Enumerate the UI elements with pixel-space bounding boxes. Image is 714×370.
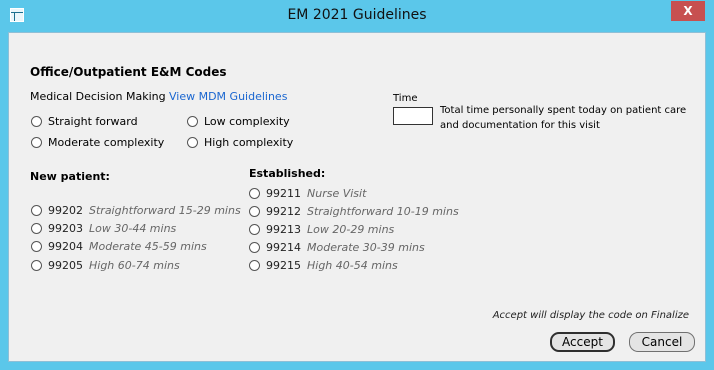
time-description-line2: and documentation for this visit [440, 120, 600, 131]
radio-label: High complexity [204, 136, 294, 149]
window-title: EM 2021 Guidelines [287, 7, 427, 23]
radio-circle [249, 224, 260, 235]
code-description: Low 20-29 mins [307, 223, 395, 236]
code-number: 99205 [48, 259, 83, 272]
code-description: Straightforward 10-19 mins [307, 205, 459, 218]
mdm-high-complexity-radio[interactable]: High complexity [187, 136, 293, 149]
code-number: 99211 [266, 187, 301, 200]
radio-label: Moderate complexity [48, 136, 165, 149]
established-label: Established: [249, 167, 326, 180]
code-description: Moderate 30-39 mins [307, 241, 425, 254]
mdm-label: Medical Decision Making [30, 90, 166, 103]
radio-circle [249, 242, 260, 253]
radio-label: Straight forward [48, 115, 138, 128]
radio-circle [31, 205, 42, 216]
radio-circle [187, 137, 198, 148]
radio-circle [249, 188, 260, 199]
radio-circle [249, 260, 260, 271]
code-number: 99204 [48, 240, 83, 253]
new-patient-label: New patient: [30, 170, 110, 183]
radio-label: Low complexity [204, 115, 290, 128]
dialog-window: EM 2021 Guidelines X Office/Outpatient E… [0, 0, 714, 370]
accept-note: Accept will display the code on Finalize [492, 310, 689, 321]
code-description: High 60-74 mins [89, 259, 180, 272]
close-button[interactable]: X [671, 1, 705, 21]
time-label: Time [393, 93, 418, 104]
code-description: High 40-54 mins [307, 259, 398, 272]
code-description: Moderate 45-59 mins [89, 240, 207, 253]
title-bar[interactable]: EM 2021 Guidelines X [0, 0, 714, 32]
dialog-client-area: Office/Outpatient E&M Codes Medical Deci… [8, 32, 706, 362]
code-number: 99213 [266, 223, 301, 236]
code-number: 99202 [48, 204, 83, 217]
code-99212-radio[interactable]: 99212 Straightforward 10-19 mins [249, 205, 459, 218]
mdm-low-complexity-radio[interactable]: Low complexity [187, 115, 290, 128]
mdm-moderate-complexity-radio[interactable]: Moderate complexity [31, 136, 164, 149]
code-description: Straightforward 15-29 mins [89, 204, 241, 217]
code-number: 99215 [266, 259, 301, 272]
code-number: 99212 [266, 205, 301, 218]
radio-circle [31, 260, 42, 271]
radio-circle [187, 116, 198, 127]
radio-circle [31, 137, 42, 148]
radio-circle [31, 223, 42, 234]
code-99213-radio[interactable]: 99213 Low 20-29 mins [249, 223, 394, 236]
mdm-straightforward-radio[interactable]: Straight forward [31, 115, 138, 128]
code-99215-radio[interactable]: 99215 High 40-54 mins [249, 259, 398, 272]
code-99205-radio[interactable]: 99205 High 60-74 mins [31, 259, 180, 272]
page-title: Office/Outpatient E&M Codes [30, 65, 227, 79]
radio-circle [31, 241, 42, 252]
code-description: Nurse Visit [307, 187, 367, 200]
code-99204-radio[interactable]: 99204 Moderate 45-59 mins [31, 240, 207, 253]
code-number: 99214 [266, 241, 301, 254]
code-description: Low 30-44 mins [89, 222, 177, 235]
radio-circle [31, 116, 42, 127]
time-input[interactable] [393, 107, 433, 125]
code-99202-radio[interactable]: 99202 Straightforward 15-29 mins [31, 204, 241, 217]
code-number: 99203 [48, 222, 83, 235]
code-99211-radio[interactable]: 99211 Nurse Visit [249, 187, 366, 200]
code-99214-radio[interactable]: 99214 Moderate 30-39 mins [249, 241, 425, 254]
accept-button[interactable]: Accept [550, 332, 615, 352]
cancel-button[interactable]: Cancel [629, 332, 695, 352]
time-description-line1: Total time personally spent today on pat… [440, 105, 687, 116]
view-mdm-guidelines-link[interactable]: View MDM Guidelines [169, 90, 287, 103]
radio-circle [249, 206, 260, 217]
code-99203-radio[interactable]: 99203 Low 30-44 mins [31, 222, 176, 235]
